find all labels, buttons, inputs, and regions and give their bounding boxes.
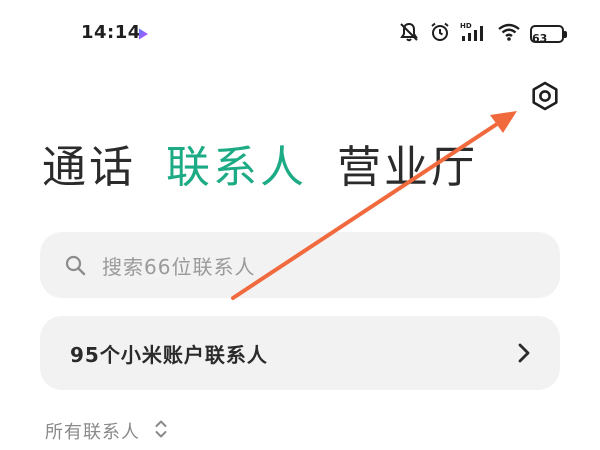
cellular-signal-icon: HD (460, 21, 488, 47)
filter-label: 所有联系人 (45, 422, 140, 443)
tab-calls[interactable]: 通话 (42, 146, 136, 190)
battery-icon: 63 (530, 25, 567, 45)
alarm-clock-icon (429, 21, 451, 47)
search-input[interactable]: 搜索66位联系人 (40, 232, 560, 298)
search-icon (62, 252, 88, 278)
contacts-screen: 14:14 HD 63 通话 联系人 营业厅 搜索66位联系人 95个小米账户联… (0, 0, 600, 450)
top-tabs: 通话 联系人 营业厅 (42, 146, 478, 190)
video-app-icon (136, 26, 150, 40)
wifi-icon (497, 22, 521, 46)
settings-button[interactable] (527, 78, 563, 114)
status-icons: HD 63 (398, 20, 567, 48)
hexagon-gear-icon (532, 81, 558, 111)
mi-account-contacts-card[interactable]: 95个小米账户联系人 (40, 316, 560, 390)
network-type-label: HD (460, 22, 472, 30)
up-down-chevron-icon (154, 419, 168, 443)
tab-service-hall[interactable]: 营业厅 (337, 146, 478, 190)
mi-account-contacts-label: 95个小米账户联系人 (70, 342, 268, 367)
status-bar: 14:14 HD 63 (0, 0, 600, 66)
battery-level: 63 (532, 32, 548, 45)
search-placeholder: 搜索66位联系人 (102, 254, 256, 279)
bell-muted-icon (398, 21, 420, 47)
status-time: 14:14 (81, 22, 141, 43)
tab-contacts[interactable]: 联系人 (166, 146, 307, 190)
chevron-right-icon (514, 341, 534, 365)
contacts-filter-dropdown[interactable]: 所有联系人 (45, 418, 168, 444)
